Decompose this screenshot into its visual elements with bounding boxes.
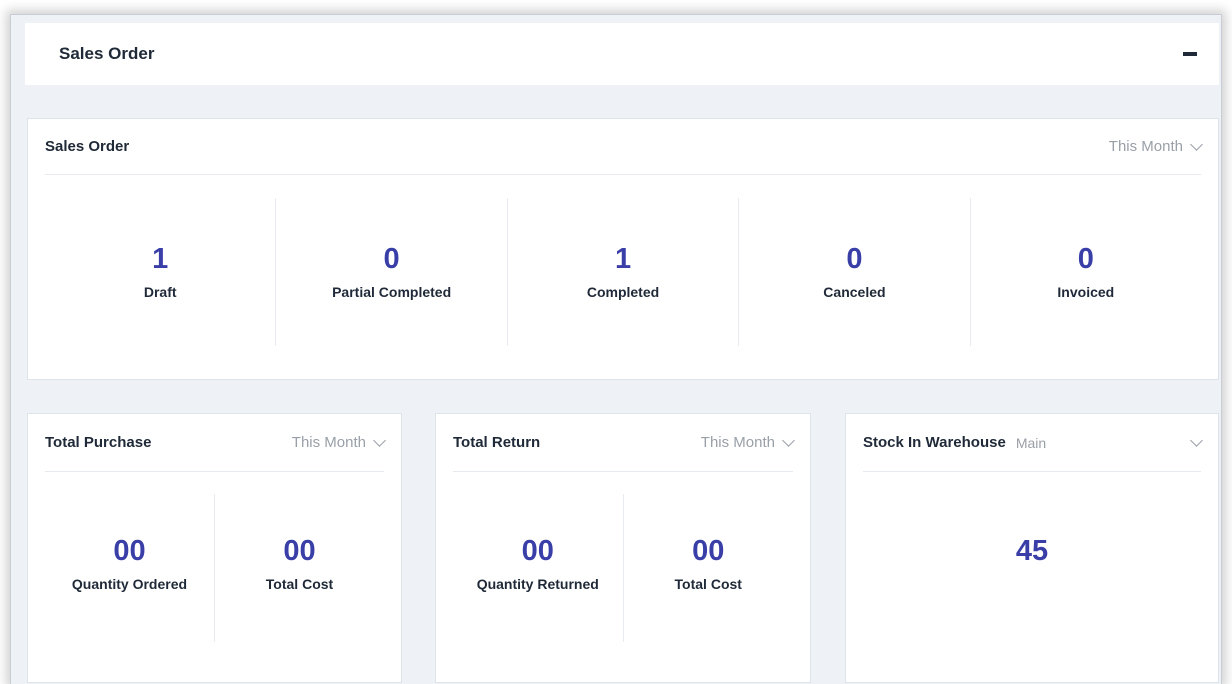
stock-in-warehouse-card: Stock In Warehouse Main 45 [845,413,1219,683]
stat-label: Total Cost [674,576,742,592]
card-title: Total Purchase [45,434,152,451]
card-header: Total Return This Month [453,414,795,472]
card-title: Sales Order [45,138,130,155]
stat-value: 00 [113,535,146,567]
chevron-down-icon [373,433,386,447]
stat-value: 00 [283,535,316,567]
period-dropdown[interactable]: This Month [700,433,795,451]
stat-label: Quantity Ordered [71,576,188,592]
stat-total-cost: 00 Total Cost [624,494,794,642]
chevron-down-icon [782,433,795,447]
stat-label: Canceled [823,284,886,300]
stat-value: 1 [152,243,169,275]
stat-partial-completed: 0 Partial Completed [276,198,508,346]
card-title: Total Return [453,434,541,451]
panel-title: Sales Order [59,44,155,63]
stat-value: 0 [383,243,400,275]
stat-completed: 1 Completed [508,198,740,346]
period-label: This Month [700,434,775,451]
stat-draft: 1 Draft [45,198,277,346]
stat-value: 00 [521,535,554,567]
stat-label: Draft [143,284,177,300]
stat-canceled: 0 Canceled [739,198,971,346]
warehouse-dropdown[interactable] [1183,433,1203,447]
stat-label: Partial Completed [332,284,452,300]
stats-row: 00 Quantity Returned 00 Total Cost [453,494,793,642]
stat-label: Quantity Returned [476,576,599,592]
stat-quantity-returned: 00 Quantity Returned [453,494,624,642]
stats-row: 1 Draft 0 Partial Completed 1 Completed … [45,198,1201,346]
card-header: Total Purchase This Month [45,414,386,472]
chevron-down-icon [1190,433,1203,447]
period-dropdown[interactable]: This Month [291,433,386,451]
stat-label: Invoiced [1057,284,1115,300]
total-purchase-card: Total Purchase This Month 00 Quantity Or… [27,413,402,683]
stat-quantity-ordered: 00 Quantity Ordered [45,494,215,642]
stat-label: Total Cost [265,576,334,592]
stat-value: 1 [614,243,632,275]
stat-invoiced: 0 Invoiced [971,198,1201,346]
sales-order-panel: Sales Order Sales Order This Month 1 Dra… [10,14,1222,684]
chevron-down-icon [1190,137,1203,151]
collapse-icon[interactable] [1183,52,1197,56]
period-label: This Month [291,434,366,451]
stats-row: 00 Quantity Ordered 00 Total Cost [45,494,384,642]
period-label: This Month [1108,138,1183,155]
stat-value: 00 [692,535,725,567]
stat-value: 0 [846,243,863,275]
stock-value: 45 [1015,535,1049,567]
stat-value: 0 [1077,243,1094,275]
stats-row: 45 [863,494,1201,642]
card-header: Sales Order This Month [45,119,1203,175]
stat-label: Completed [586,284,660,300]
panel-header: Sales Order [25,23,1219,85]
card-title: Stock In Warehouse [863,434,1006,451]
card-header: Stock In Warehouse Main [863,414,1203,472]
warehouse-label: Main [1015,434,1047,451]
stat-stock: 45 [863,494,1201,642]
stat-total-cost: 00 Total Cost [215,494,384,642]
total-return-card: Total Return This Month 00 Quantity Retu… [435,413,811,683]
period-dropdown[interactable]: This Month [1108,137,1203,155]
sales-order-card: Sales Order This Month 1 Draft 0 Partial… [27,118,1219,380]
